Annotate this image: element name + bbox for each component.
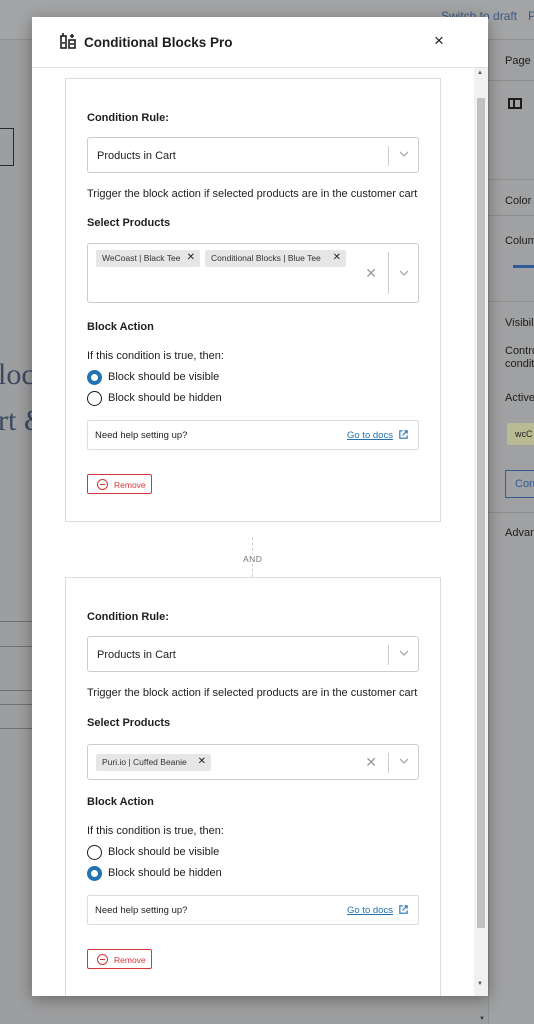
remove-chip-icon[interactable]: ✕ (333, 252, 341, 263)
radio-button[interactable] (87, 391, 102, 406)
minus-circle-icon (97, 954, 108, 965)
help-text: Need help setting up? (95, 430, 188, 441)
remove-condition-button[interactable]: Remove (87, 949, 152, 969)
external-link-icon[interactable] (398, 429, 409, 440)
editor-divider (0, 621, 34, 622)
remove-chip-icon[interactable]: ✕ (198, 756, 206, 767)
remove-label: Remove (114, 955, 146, 965)
go-to-docs-link[interactable]: Go to docs (347, 905, 393, 916)
block-action-label: Block Action (87, 796, 154, 808)
editor-settings-sidebar: Page Color Colum Visibil Contro conditi … (488, 40, 534, 1024)
scrollbar-thumb[interactable] (477, 98, 485, 928)
select-separator (388, 146, 389, 166)
radio-button[interactable] (87, 845, 102, 860)
select-separator (388, 252, 389, 294)
radio-label: Block should be hidden (108, 392, 222, 404)
sidebar-conditions-text: conditi (505, 358, 534, 370)
chevron-down-icon[interactable] (399, 149, 409, 159)
minus-circle-icon (97, 479, 108, 490)
sidebar-active-chip: wcC (507, 423, 534, 445)
radio-label: Block should be visible (108, 846, 220, 858)
chevron-down-icon[interactable] (399, 268, 409, 278)
remove-label: Remove (114, 480, 146, 490)
chevron-down-icon[interactable] (399, 756, 409, 766)
product-chip: Puri.io | Cuffed Beanie ✕ (96, 754, 211, 771)
sidebar-divider (489, 301, 534, 302)
sidebar-columns-label: Colum (505, 235, 534, 247)
sidebar-divider (489, 512, 534, 513)
columns-slider (513, 265, 534, 268)
sidebar-advanced-label: Advan (505, 527, 534, 539)
help-box: Need help setting up? Go to docs (87, 895, 419, 925)
modal-title: Conditional Blocks Pro (84, 35, 233, 50)
modal-body: Condition Rule: Products in Cart Trigger… (32, 68, 488, 996)
radio-label: Block should be hidden (108, 867, 222, 879)
columns-icon (508, 98, 522, 109)
clear-selection-icon[interactable]: ✕ (365, 265, 377, 282)
clear-selection-icon[interactable]: ✕ (365, 754, 377, 771)
help-box: Need help setting up? Go to docs (87, 420, 419, 450)
condition-rule-label: Condition Rule: (87, 611, 169, 623)
sidebar-active-label: Active (505, 392, 534, 404)
editor-divider (0, 646, 34, 647)
sidebar-page-tab: Page (505, 55, 531, 67)
products-multiselect[interactable]: Puri.io | Cuffed Beanie ✕ ✕ (87, 744, 419, 780)
editor-divider (0, 704, 34, 705)
sidebar-divider (489, 215, 534, 216)
product-chip: WeCoast | Black Tee ✕ (96, 250, 200, 267)
go-to-docs-link[interactable]: Go to docs (347, 430, 393, 441)
block-action-prompt: If this condition is true, then: (87, 350, 224, 362)
close-button[interactable]: × (429, 31, 449, 51)
editor-text-fragment: loc (0, 358, 35, 391)
product-chip-label: Puri.io | Cuffed Beanie (102, 757, 187, 767)
sidebar-visibility-label: Visibil (505, 317, 534, 329)
sidebar-conditions-button: Con (505, 470, 534, 498)
scroll-down-arrow-icon[interactable]: ▼ (477, 981, 483, 987)
help-text: Need help setting up? (95, 905, 188, 916)
select-separator (388, 645, 389, 665)
editor-divider (0, 728, 34, 729)
remove-chip-icon[interactable]: ✕ (187, 252, 195, 263)
product-chip-label: WeCoast | Black Tee (102, 253, 181, 263)
topbar-fragment: P (528, 9, 534, 23)
external-link-icon[interactable] (398, 904, 409, 915)
select-products-label: Select Products (87, 717, 171, 729)
sidebar-color-label: Color (505, 195, 532, 207)
sidebar-controls-text: Contro (505, 345, 534, 357)
editor-block-outline (0, 128, 14, 166)
select-products-label: Select Products (87, 217, 171, 229)
product-chip: Conditional Blocks | Blue Tee ✕ (205, 250, 346, 267)
condition-card: Condition Rule: Products in Cart Trigger… (65, 78, 441, 522)
sidebar-divider (489, 179, 534, 180)
condition-rule-select[interactable]: Products in Cart (87, 636, 419, 672)
condition-rule-help: Trigger the block action if selected pro… (87, 687, 418, 699)
conditional-blocks-modal: Conditional Blocks Pro × Condition Rule:… (32, 17, 488, 996)
products-multiselect[interactable]: WeCoast | Black Tee ✕ Conditional Blocks… (87, 243, 419, 303)
condition-rule-value: Products in Cart (97, 649, 176, 661)
editor-divider (0, 690, 34, 691)
product-chip-label: Conditional Blocks | Blue Tee (211, 253, 321, 263)
modal-scrollbar[interactable]: ▲ ▼ (474, 68, 488, 996)
condition-rule-label: Condition Rule: (87, 112, 169, 124)
page-scroll-down-arrow: ▼ (479, 1016, 485, 1022)
chevron-down-icon[interactable] (399, 648, 409, 658)
conditional-blocks-logo-icon (60, 33, 76, 49)
sidebar-divider (489, 80, 534, 81)
modal-header: Conditional Blocks Pro × (32, 17, 488, 68)
block-action-label: Block Action (87, 321, 154, 333)
remove-condition-button[interactable]: Remove (87, 474, 152, 494)
condition-rule-select[interactable]: Products in Cart (87, 137, 419, 173)
radio-button-selected[interactable] (87, 370, 102, 385)
and-separator-label: AND (241, 554, 265, 564)
scroll-up-arrow-icon[interactable]: ▲ (477, 70, 483, 76)
condition-rule-value: Products in Cart (97, 150, 176, 162)
condition-rule-help: Trigger the block action if selected pro… (87, 188, 418, 200)
radio-label: Block should be visible (108, 371, 220, 383)
block-action-prompt: If this condition is true, then: (87, 825, 224, 837)
condition-card: Condition Rule: Products in Cart Trigger… (65, 577, 441, 996)
select-separator (388, 753, 389, 773)
radio-button-selected[interactable] (87, 866, 102, 881)
